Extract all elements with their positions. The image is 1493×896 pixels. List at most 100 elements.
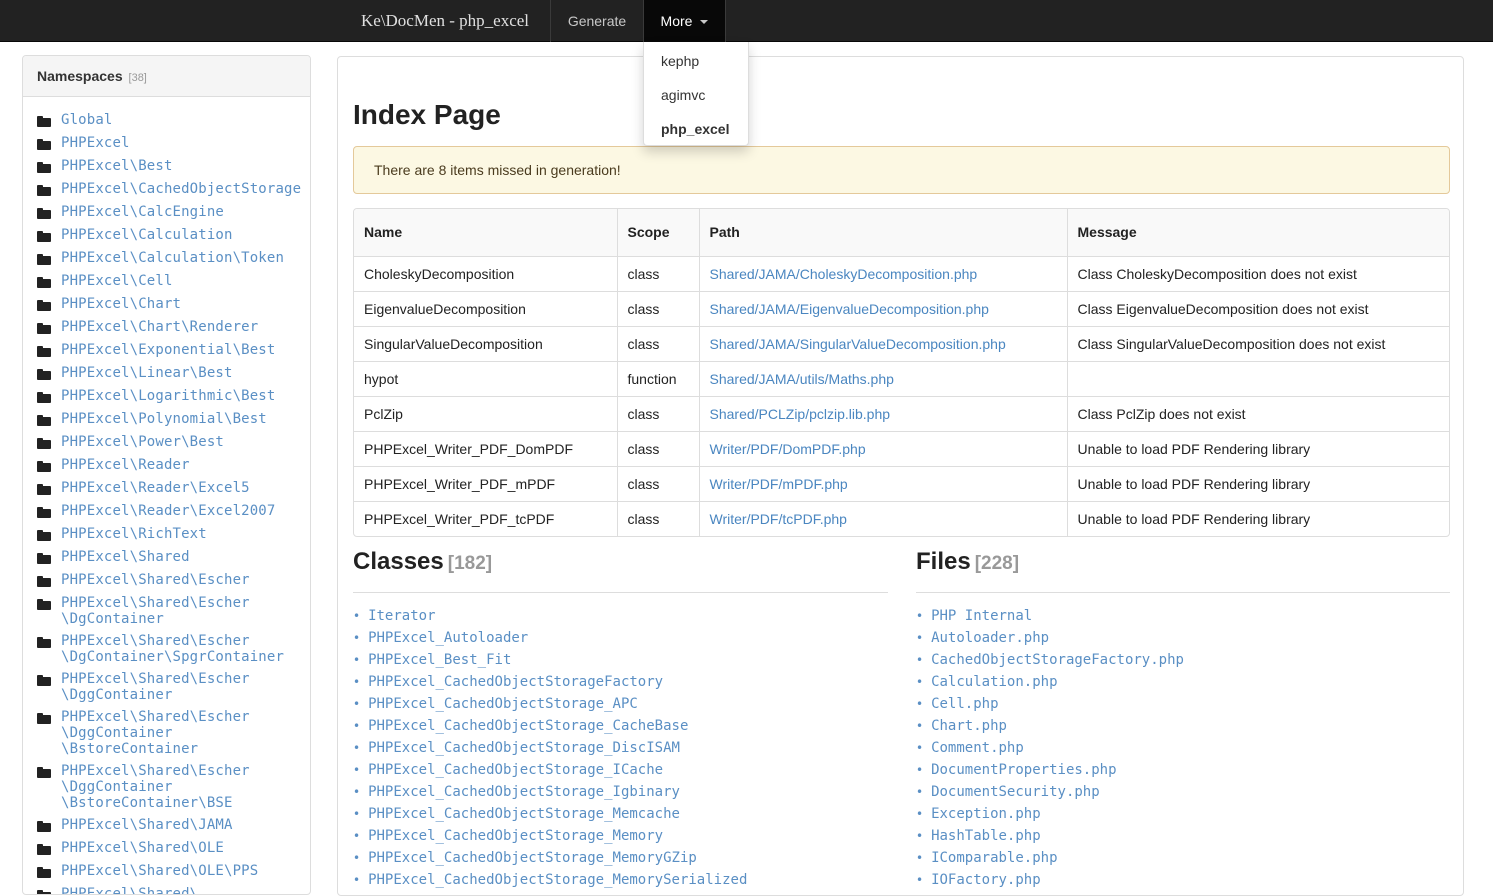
cell-name: SingularValueDecomposition (354, 325, 617, 361)
namespace-link[interactable]: PHPExcel\Reader\Excel2007 (61, 503, 307, 519)
file-link[interactable]: Calculation.php (931, 674, 1057, 690)
path-link[interactable]: Shared/JAMA/EigenvalueDecomposition.php (710, 301, 989, 317)
namespace-item: PHPExcel\Best (37, 158, 307, 174)
file-link[interactable]: DocumentSecurity.php (931, 784, 1100, 800)
namespace-link[interactable]: PHPExcel\RichText (61, 526, 307, 542)
namespace-link[interactable]: PHPExcel\Chart\Renderer (61, 319, 307, 335)
namespace-link[interactable]: PHPExcel\Reader (61, 457, 307, 473)
brand-link[interactable]: Ke\DocMen - php_excel (340, 0, 550, 42)
namespace-link[interactable]: Global (61, 112, 307, 128)
namespace-link[interactable]: PHPExcel\Exponential\Best (61, 342, 307, 358)
bullet-icon: • (353, 675, 361, 689)
file-link[interactable]: Comment.php (931, 740, 1024, 756)
list-item: • PHPExcel_Best_Fit (353, 650, 747, 672)
dropdown-item-php-excel[interactable]: php_excel (644, 111, 748, 145)
dropdown-item-kephp[interactable]: kephp (644, 43, 748, 77)
namespace-link[interactable]: PHPExcel\Calculation (61, 227, 307, 243)
folder-icon (37, 637, 51, 648)
namespace-link[interactable]: PHPExcel\Shared\Escher (61, 572, 307, 588)
path-link[interactable]: Shared/JAMA/CholeskyDecomposition.php (710, 266, 978, 282)
nav-more-toggle[interactable]: More (644, 0, 725, 42)
namespace-link[interactable]: PHPExcel\Shared (61, 549, 307, 565)
namespace-link[interactable]: PHPExcel\Power\Best (61, 434, 307, 450)
namespace-link[interactable]: PHPExcel\Shared\Escher \DggContainer \Bs… (61, 763, 307, 811)
bullet-icon: • (916, 785, 924, 799)
namespace-link[interactable]: PHPExcel\Linear\Best (61, 365, 307, 381)
path-link[interactable]: Shared/PCLZip/pclzip.lib.php (710, 406, 891, 422)
class-link[interactable]: PHPExcel_CachedObjectStorage_CacheBase (368, 718, 688, 734)
file-link[interactable]: DocumentProperties.php (931, 762, 1116, 778)
class-link[interactable]: PHPExcel_CachedObjectStorage_DiscISAM (368, 740, 680, 756)
namespace-link[interactable]: PHPExcel\Shared\Escher \DggContainer \Bs… (61, 709, 307, 757)
bullet-icon: • (353, 851, 361, 865)
namespace-link[interactable]: PHPExcel\Shared\ (61, 886, 307, 894)
namespace-link[interactable]: PHPExcel\Best (61, 158, 307, 174)
bullet-icon: • (353, 609, 361, 623)
class-link[interactable]: PHPExcel_CachedObjectStorage_ICache (368, 762, 663, 778)
file-link[interactable]: IOFactory.php (931, 872, 1041, 888)
namespace-link[interactable]: PHPExcel\Shared\Escher \DgContainer (61, 595, 307, 627)
file-link[interactable]: PHP Internal (931, 608, 1032, 624)
file-link[interactable]: Cell.php (931, 696, 998, 712)
folder-icon (37, 821, 51, 832)
path-link[interactable]: Writer/PDF/DomPDF.php (710, 441, 866, 457)
class-link[interactable]: PHPExcel_CachedObjectStorageFactory (368, 674, 663, 690)
namespace-link[interactable]: PHPExcel\Reader\Excel5 (61, 480, 307, 496)
table-header-row: Name Scope Path Message (354, 209, 1449, 257)
cell-message: Unable to load PDF Rendering library (1066, 430, 1449, 466)
class-link[interactable]: PHPExcel_Autoloader (368, 630, 528, 646)
class-link[interactable]: PHPExcel_CachedObjectStorage_Memcache (368, 806, 680, 822)
file-link[interactable]: HashTable.php (931, 828, 1041, 844)
table-row: CholeskyDecomposition class Shared/JAMA/Ch… (354, 255, 1449, 291)
bullet-icon: • (353, 873, 361, 887)
namespace-link[interactable]: PHPExcel\Calculation\Token (61, 250, 307, 266)
class-link[interactable]: PHPExcel_CachedObjectStorage_MemorySeria… (368, 872, 747, 888)
namespace-link[interactable]: PHPExcel\Shared\Escher \DggContainer (61, 671, 307, 703)
cell-scope: class (616, 395, 699, 431)
folder-icon (37, 530, 51, 541)
nav-divider (725, 0, 726, 42)
bullet-icon: • (353, 785, 361, 799)
path-link[interactable]: Shared/JAMA/SingularValueDecomposition.p… (710, 336, 1006, 352)
namespace-link[interactable]: PHPExcel\Logarithmic\Best (61, 388, 307, 404)
namespace-link[interactable]: PHPExcel\CachedObjectStorage (61, 181, 307, 197)
namespace-link[interactable]: PHPExcel\Chart (61, 296, 307, 312)
namespace-link[interactable]: PHPExcel\Polynomial\Best (61, 411, 307, 427)
more-dropdown-menu: kephp agimvc php_excel (643, 42, 749, 146)
namespace-link[interactable]: PHPExcel\Shared\Escher \DgContainer\Spgr… (61, 633, 307, 665)
namespace-link[interactable]: PHPExcel\Cell (61, 273, 307, 289)
path-link[interactable]: Shared/JAMA/utils/Maths.php (710, 371, 894, 387)
bullet-icon: • (916, 697, 924, 711)
namespace-link[interactable]: PHPExcel\Shared\OLE (61, 840, 307, 856)
folder-icon (37, 890, 51, 894)
file-link[interactable]: Chart.php (931, 718, 1007, 734)
file-link[interactable]: Autoloader.php (931, 630, 1049, 646)
page-title: Index Page (353, 99, 501, 130)
class-link[interactable]: Iterator (368, 608, 435, 624)
class-link[interactable]: PHPExcel_CachedObjectStorage_Memory (368, 828, 663, 844)
class-link[interactable]: PHPExcel_CachedObjectStorage_APC (368, 696, 638, 712)
namespace-item: PHPExcel\Shared\OLE\PPS (37, 863, 307, 879)
namespace-link[interactable]: PHPExcel\Shared\JAMA (61, 817, 307, 833)
file-link[interactable]: CachedObjectStorageFactory.php (931, 652, 1184, 668)
namespace-link[interactable]: PHPExcel (61, 135, 307, 151)
warning-alert: There are 8 items missed in generation! (353, 146, 1450, 194)
class-link[interactable]: PHPExcel_CachedObjectStorage_Igbinary (368, 784, 680, 800)
nav-generate[interactable]: Generate (551, 0, 643, 42)
dropdown-item-agimvc[interactable]: agimvc (644, 77, 748, 111)
namespace-link[interactable]: PHPExcel\Shared\OLE\PPS (61, 863, 307, 879)
bullet-icon: • (353, 741, 361, 755)
file-link[interactable]: Exception.php (931, 806, 1041, 822)
class-link[interactable]: PHPExcel_Best_Fit (368, 652, 511, 668)
folder-icon (37, 507, 51, 518)
cell-message: Class EigenvalueDecomposition does not e… (1066, 290, 1449, 326)
classes-list: • Iterator • PHPExcel_Autoloader • PHPExcel_B… (353, 606, 747, 892)
folder-icon (37, 277, 51, 288)
file-link[interactable]: IComparable.php (931, 850, 1057, 866)
class-link[interactable]: PHPExcel_CachedObjectStorage_MemoryGZip (368, 850, 697, 866)
bullet-icon: • (916, 609, 924, 623)
path-link[interactable]: Writer/PDF/tcPDF.php (710, 511, 847, 527)
files-count: [228] (974, 553, 1020, 574)
namespace-link[interactable]: PHPExcel\CalcEngine (61, 204, 307, 220)
path-link[interactable]: Writer/PDF/mPDF.php (710, 476, 848, 492)
